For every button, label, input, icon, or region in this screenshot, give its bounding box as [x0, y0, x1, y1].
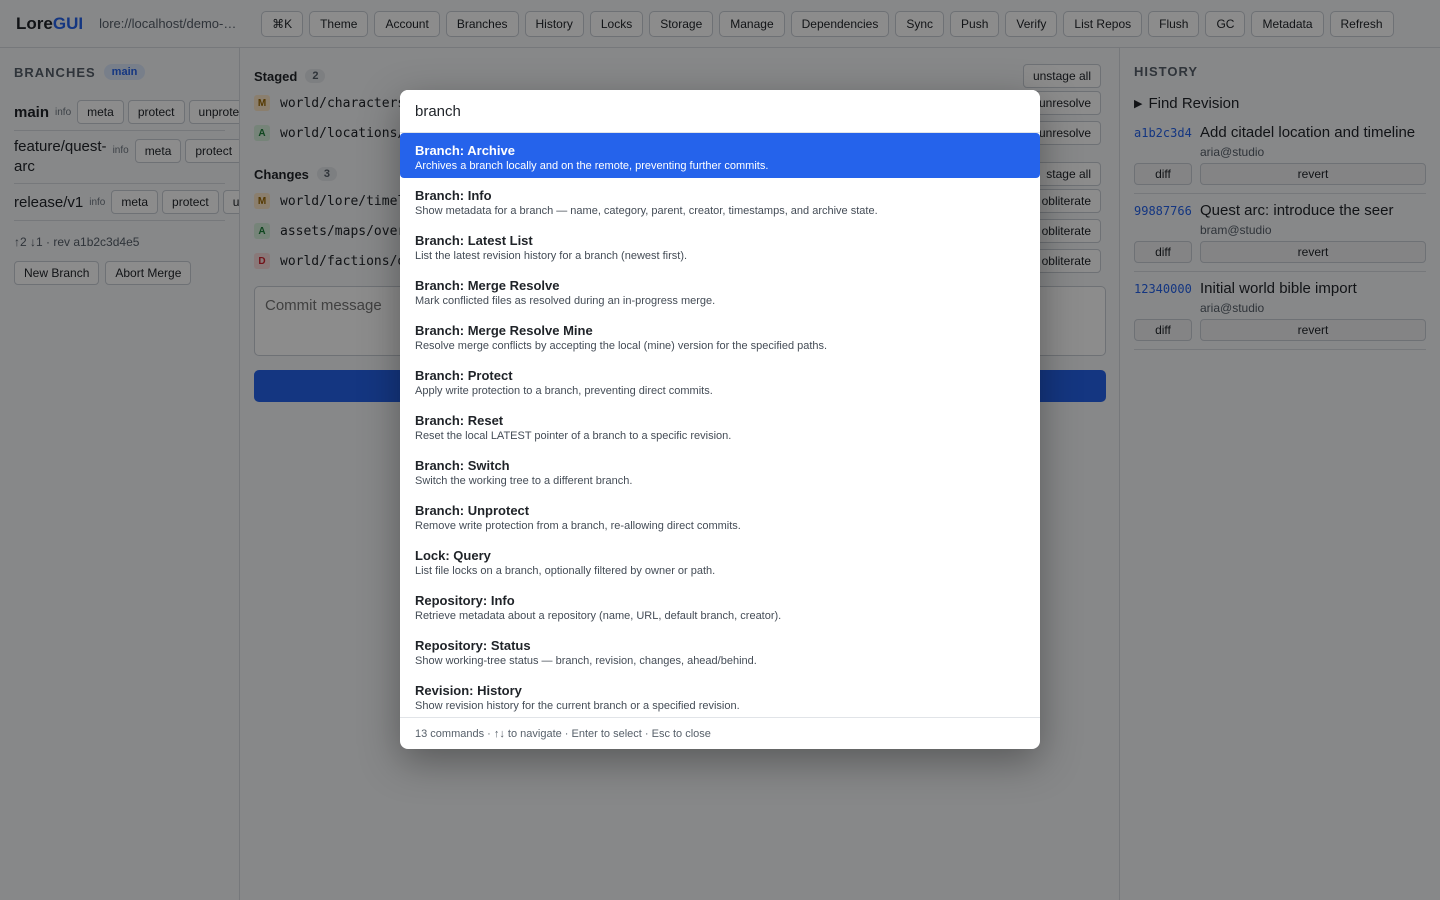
command-item[interactable]: Branch: Info Show metadata for a branch … [400, 178, 1040, 223]
command-title: Branch: Merge Resolve Mine [415, 323, 593, 338]
command-title: Branch: Protect [415, 368, 513, 383]
command-description: Retrieve metadata about a repository (na… [415, 610, 782, 622]
command-search-input[interactable] [400, 90, 1040, 133]
command-item[interactable]: Branch: Switch Switch the working tree t… [400, 448, 1040, 493]
command-description: Remove write protection from a branch, r… [415, 520, 741, 532]
command-item[interactable]: Branch: Archive Archives a branch locall… [400, 133, 1040, 178]
command-description: Mark conflicted files as resolved during… [415, 295, 716, 307]
command-item[interactable]: Lock: Query List file locks on a branch,… [400, 538, 1040, 583]
command-description: Reset the local LATEST pointer of a bran… [415, 430, 732, 442]
command-item[interactable]: Branch: Protect Apply write protection t… [400, 358, 1040, 403]
command-title: Branch: Unprotect [415, 503, 530, 518]
command-item[interactable]: Revision: History Show revision history … [400, 673, 1040, 718]
command-description: List file locks on a branch, optionally … [415, 565, 716, 577]
command-description: Show metadata for a branch — name, categ… [415, 205, 878, 217]
command-item[interactable]: Branch: Unprotect Remove write protectio… [400, 493, 1040, 538]
command-title: Branch: Merge Resolve [415, 278, 560, 293]
command-title: Revision: History [415, 683, 522, 698]
command-item[interactable]: Branch: Merge Resolve Mark conflicted fi… [400, 268, 1040, 313]
command-item[interactable]: Repository: Info Retrieve metadata about… [400, 583, 1040, 628]
palette-footer: 13 commands · ↑↓ to navigate · Enter to … [400, 717, 1040, 749]
command-description: Show working-tree status — branch, revis… [415, 655, 757, 667]
command-item[interactable]: Repository: Status Show working-tree sta… [400, 628, 1040, 673]
command-title: Repository: Status [415, 638, 531, 653]
command-list: Branch: Archive Archives a branch locall… [400, 133, 1040, 718]
command-description: Apply write protection to a branch, prev… [415, 385, 713, 397]
command-item[interactable]: Branch: Merge Resolve Mine Resolve merge… [400, 313, 1040, 358]
command-title: Branch: Latest List [415, 233, 533, 248]
command-title: Branch: Info [415, 188, 492, 203]
command-description: Show revision history for the current br… [415, 700, 740, 712]
command-item[interactable]: Branch: Reset Reset the local LATEST poi… [400, 403, 1040, 448]
command-title: Branch: Switch [415, 458, 510, 473]
command-description: Archives a branch locally and on the rem… [415, 160, 769, 172]
command-title: Branch: Archive [415, 143, 515, 158]
command-description: Resolve merge conflicts by accepting the… [415, 340, 828, 352]
command-title: Branch: Reset [415, 413, 504, 428]
command-palette: Branch: Archive Archives a branch locall… [400, 90, 1040, 749]
command-description: List the latest revision history for a b… [415, 250, 688, 262]
command-description: Switch the working tree to a different b… [415, 475, 633, 487]
command-item[interactable]: Branch: Latest List List the latest revi… [400, 223, 1040, 268]
command-title: Lock: Query [415, 548, 491, 563]
command-title: Repository: Info [415, 593, 515, 608]
